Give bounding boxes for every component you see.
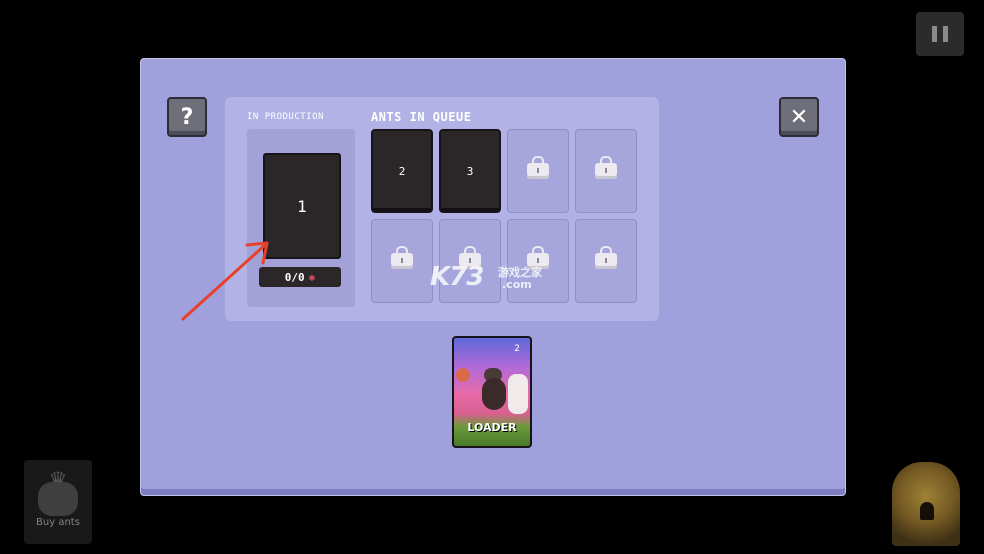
watermark-domain: .com [502, 278, 532, 291]
in-production-label: IN PRODUCTION [247, 112, 324, 122]
queue-slot-8[interactable] [575, 219, 637, 303]
queue-slot-value: 2 [398, 164, 406, 178]
queue-slot-4[interactable] [575, 129, 637, 213]
buy-ants-label: Buy ants [36, 517, 80, 528]
ant-card-loader[interactable]: 2 LOADER [452, 336, 532, 448]
queue-slot-3[interactable] [507, 129, 569, 213]
lock-icon [595, 156, 617, 179]
pause-button[interactable] [916, 12, 964, 56]
lock-icon [595, 246, 617, 269]
buy-ants-button[interactable]: ♛ Buy ants [24, 460, 92, 544]
help-button[interactable]: ? [167, 97, 207, 137]
queue-slot-value: 3 [466, 164, 474, 178]
production-card-value: 1 [297, 196, 307, 216]
queue-slot-5[interactable] [371, 219, 433, 303]
queue-slot-2[interactable]: 3 [439, 129, 501, 213]
ants-in-queue-label: ANTS IN QUEUE [371, 110, 472, 124]
watermark: K73 游戏之家 .com [430, 262, 542, 292]
close-x-icon: ✕ [789, 104, 809, 130]
card-name: LOADER [467, 421, 517, 434]
lock-icon [527, 156, 549, 179]
queue-slot-1[interactable]: 2 [371, 129, 433, 213]
close-button[interactable]: ✕ [779, 97, 819, 137]
ant-icon: ✱ [308, 270, 316, 284]
lock-icon [391, 246, 413, 269]
production-progress-text: 0/0 [284, 270, 305, 284]
question-mark-icon: ? [180, 104, 194, 130]
anthill-button[interactable] [892, 462, 960, 546]
watermark-main: K73 [430, 262, 484, 292]
mushroom-art [456, 368, 470, 382]
anthill-icon [920, 502, 934, 520]
card-cost: 2 [514, 344, 520, 354]
pause-icon [932, 26, 937, 42]
red-arrow-annotation [181, 241, 269, 321]
